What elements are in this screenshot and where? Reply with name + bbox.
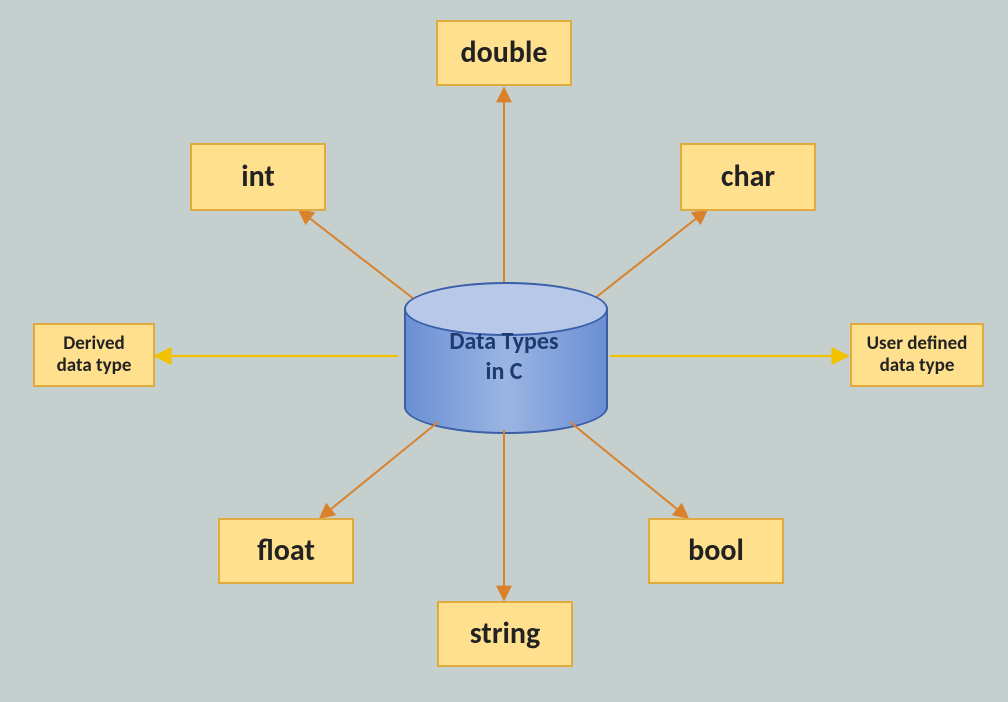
node-int: int	[190, 143, 326, 211]
node-user-defined: User defined data type	[850, 323, 984, 387]
node-derived-label: Derived data type	[57, 333, 132, 377]
node-user-defined-label: User defined data type	[867, 333, 968, 377]
node-bool: bool	[648, 518, 784, 584]
node-float: float	[218, 518, 354, 584]
node-double: double	[436, 20, 572, 86]
node-derived: Derived data type	[33, 323, 155, 387]
node-char: char	[680, 143, 816, 211]
node-string: string	[437, 601, 573, 667]
center-label: Data Types in C	[404, 327, 604, 387]
node-string-label: string	[470, 617, 540, 652]
node-int-label: int	[241, 160, 275, 195]
node-char-label: char	[721, 160, 775, 195]
node-double-label: double	[461, 36, 548, 71]
node-bool-label: bool	[688, 534, 744, 569]
node-float-label: float	[257, 534, 315, 569]
